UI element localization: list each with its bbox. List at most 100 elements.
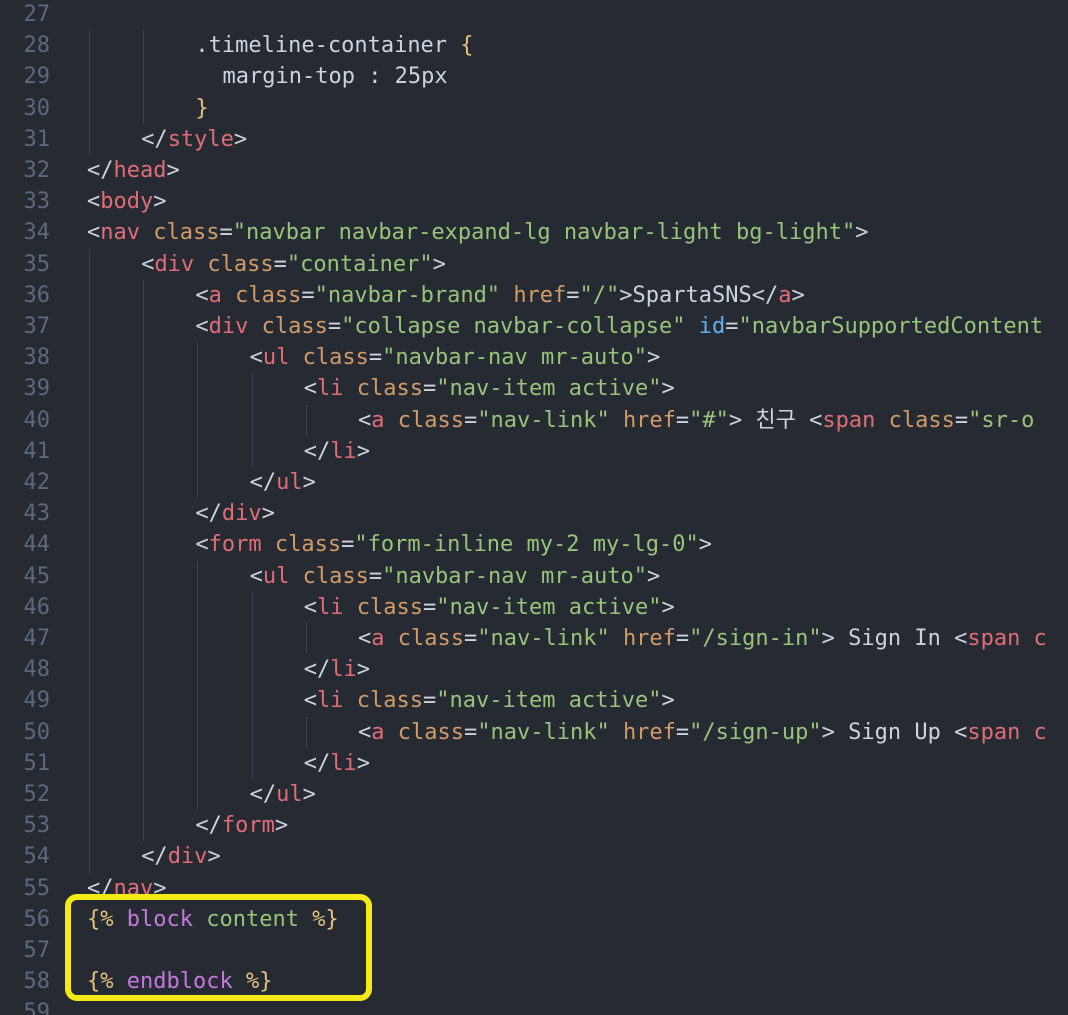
code-line[interactable]: 42 </ul>	[0, 467, 1068, 498]
code-editor[interactable]: 27 28 .timeline-container {29 margin-top : …	[0, 0, 1068, 1015]
code-token: class	[207, 251, 274, 277]
indent-guide	[89, 529, 90, 561]
code-line[interactable]: 27	[0, 0, 1068, 30]
code-token: =	[301, 282, 315, 308]
code-line[interactable]: 34 <nav class="navbar navbar-expand-lg na…	[0, 217, 1068, 248]
code-token: <	[303, 688, 318, 714]
code-line[interactable]: 50 <a class="nav-link" href="/sign-up"> S…	[0, 717, 1068, 748]
code-line[interactable]: 52 </ul>	[0, 779, 1068, 810]
code-token: nav	[100, 220, 154, 246]
indent-guide	[143, 529, 145, 561]
indent-guide	[89, 498, 90, 530]
code-line[interactable]: 49 <li class="nav-item active">	[0, 685, 1068, 716]
code-token: =	[675, 407, 690, 433]
code-token: ul	[276, 470, 303, 495]
code-token: div	[208, 314, 262, 339]
code-token: class	[274, 532, 342, 558]
code-line[interactable]: 47 <a class="nav-link" href="/sign-in"> S…	[0, 623, 1068, 654]
code-token: li	[330, 657, 357, 683]
code-line[interactable]: 53 </form>	[0, 810, 1068, 841]
indent-guide	[251, 435, 253, 467]
code-line[interactable]: 40 <a class="nav-link" href="#"> 친구 <span…	[0, 405, 1068, 436]
code-token: <	[303, 376, 318, 402]
code-token: "/"	[579, 282, 620, 308]
indent-guide	[197, 779, 199, 811]
indent-guide	[251, 373, 253, 405]
code-token: </	[141, 126, 168, 152]
indent-guide	[89, 311, 90, 343]
code-token: </	[303, 750, 331, 776]
code-line[interactable]: 38 <ul class="navbar-nav mr-auto">	[0, 342, 1068, 373]
code-token: span	[822, 407, 889, 433]
code-token: class	[302, 345, 369, 371]
code-text: </li>	[304, 436, 370, 467]
code-token: li	[330, 750, 357, 776]
code-line[interactable]: 30}	[0, 93, 1068, 124]
indent-guide	[89, 30, 90, 62]
code-line[interactable]: 29 margin-top : 25px	[0, 61, 1068, 92]
indent-guide	[143, 342, 145, 374]
code-line[interactable]: 45 <ul class="navbar-nav mr-auto">	[0, 561, 1068, 592]
code-token: "/sign-in"	[689, 626, 822, 651]
code-token: "navbar navbar-expand-lg navbar-light bg…	[232, 220, 856, 246]
indent-guide	[89, 716, 90, 748]
code-token: >	[207, 844, 221, 870]
code-text: <a class="nav-link" href="#"> 친구 <span c…	[358, 405, 1034, 436]
code-token: <	[358, 719, 372, 745]
indent-guide	[143, 435, 145, 467]
code-text: </ul>	[250, 779, 316, 810]
indent-guide	[197, 560, 199, 592]
code-token: =	[463, 626, 478, 651]
code-token: form	[221, 813, 275, 839]
code-token: =	[463, 719, 478, 745]
code-token: >	[698, 532, 712, 558]
code-line[interactable]: 43 </div>	[0, 498, 1068, 529]
indent-guide	[143, 467, 145, 499]
code-line[interactable]: 37 <div class="collapse navbar-collapse" …	[0, 311, 1068, 342]
code-line[interactable]: 51 </li>	[0, 748, 1068, 779]
code-line[interactable]: 28 .timeline-container {	[0, 30, 1068, 61]
code-line[interactable]: 32 </head>	[0, 155, 1068, 186]
code-text: </head>	[87, 155, 180, 186]
line-number: 50	[23, 719, 51, 745]
indent-guide	[251, 591, 253, 623]
code-line[interactable]: 48 </li>	[0, 654, 1068, 685]
indent-guide	[143, 560, 145, 592]
indent-guide	[89, 841, 90, 873]
code-token: "nav-item active"	[436, 594, 662, 620]
code-line[interactable]: 41 </li>	[0, 436, 1068, 467]
indent-guide	[197, 435, 199, 467]
line-number: 30	[23, 95, 51, 121]
code-line[interactable]: 46 <li class="nav-item active">	[0, 592, 1068, 623]
indent-guide	[251, 654, 253, 686]
indent-guide	[89, 467, 90, 499]
code-line[interactable]: 33 <body>	[0, 186, 1068, 217]
code-token: href	[513, 282, 567, 308]
indent-guide	[143, 279, 145, 311]
line-number: 56	[23, 906, 51, 932]
code-token: "form-inline my-2 my-lg-0"	[354, 532, 699, 558]
indent-guide	[143, 685, 145, 717]
line-number: 37	[23, 314, 51, 339]
code-token: </	[249, 782, 277, 807]
indent-guide	[197, 404, 199, 436]
code-token: >	[661, 376, 675, 402]
code-token: =	[463, 407, 478, 433]
code-text: </form>	[195, 810, 288, 841]
code-text: </li>	[304, 748, 370, 779]
code-token: "/sign-up"	[689, 719, 822, 745]
code-line[interactable]: 31 </style>	[0, 124, 1068, 155]
code-token: "navbar-nav mr-auto"	[382, 563, 647, 589]
code-token: class	[235, 282, 302, 308]
code-token: margin-top : 25px	[222, 64, 448, 90]
indent-guide	[197, 467, 199, 499]
code-line[interactable]: 35 <div class="container">	[0, 249, 1068, 280]
code-token: class	[302, 563, 369, 589]
indent-guide	[197, 747, 199, 779]
code-line[interactable]: 44 <form class="form-inline my-2 my-lg-0"…	[0, 529, 1068, 560]
code-line[interactable]: 36 <a class="navbar-brand" href="/">Spart…	[0, 280, 1068, 311]
code-line[interactable]: 39 <li class="nav-item active">	[0, 373, 1068, 404]
indent-guide	[89, 435, 90, 467]
code-line[interactable]: 54 </div>	[0, 841, 1068, 872]
code-text: </style>	[141, 124, 247, 155]
